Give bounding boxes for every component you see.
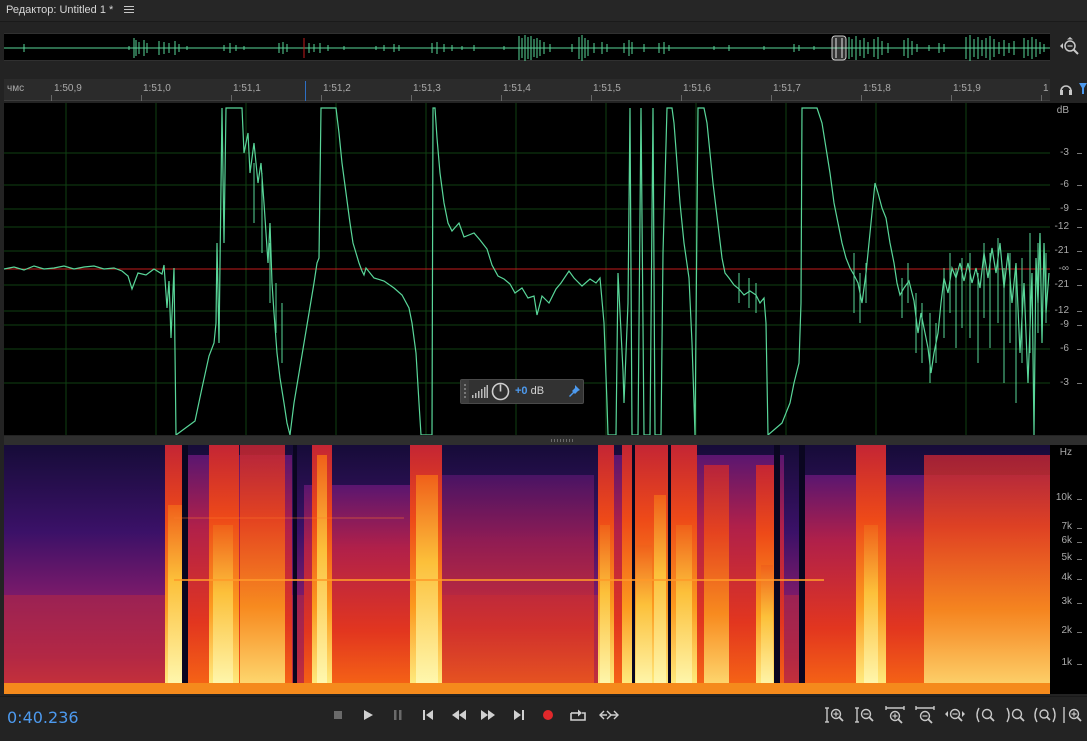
zoom-selection-edges-button[interactable] [1060,705,1086,725]
time-ruler[interactable]: чмс 1:50,9 1:51,0 1:51,1 1:51,2 1:51,3 1… [4,79,1050,101]
zoom-in-at-in-point-button[interactable] [973,705,999,725]
ruler-tick-label: 1:51,7 [773,83,801,94]
amplitude-value-number[interactable]: +0 [515,385,528,397]
amplitude-label: -9 [1060,319,1069,330]
ruler-tick-label: 1:51,5 [593,83,621,94]
ruler-tick-label: 1:51,3 [413,83,441,94]
headphones-icon[interactable] [1059,82,1073,96]
amplitude-scale[interactable]: dB -3 -6 -9 -12 -21 -∞ -21 -12 -9 -6 -3 [1050,103,1087,435]
fast-forward-button[interactable] [476,705,500,725]
splitter-grip[interactable] [551,439,575,442]
ruler-tick-label: 1:51,2 [323,83,351,94]
spectral-frequency-display[interactable] [4,445,1050,694]
ruler-tick-label: 1:51,4 [503,83,531,94]
ruler-tick-label: 1 [1043,83,1049,94]
amplitude-label: dB [1056,105,1069,116]
ruler-tick-label: 1:51,8 [863,83,891,94]
zoom-out-full-button[interactable] [943,705,969,725]
overview-navigator[interactable] [4,33,1050,61]
hud-drag-handle[interactable] [461,380,469,403]
record-button[interactable] [536,705,560,725]
frequency-label: 3k [1061,596,1072,607]
amplitude-label: -12 [1054,305,1069,316]
panel-title: Редактор: Untitled 1 * [6,4,114,16]
zoom-to-selection-button[interactable] [1032,705,1058,725]
ruler-tick-label: 1:50,9 [54,83,82,94]
loop-playback-button[interactable] [566,705,590,725]
pin-icon[interactable] [567,384,581,398]
amplitude-label: -6 [1060,179,1069,190]
frequency-label: 5k [1061,552,1072,563]
amplitude-label: -21 [1054,279,1069,290]
amplitude-label: -3 [1060,377,1069,388]
move-playhead-previous-button[interactable] [416,705,440,725]
zoom-out-time-button[interactable] [913,705,939,725]
amplitude-label: -6 [1060,343,1069,354]
amplitude-knob-icon[interactable] [491,382,510,401]
amplitude-hud: +0 dB [460,379,584,404]
frequency-label: 6k [1061,535,1072,546]
amplitude-label: -∞ [1058,263,1069,274]
frequency-scale[interactable]: Hz 10k 7k 6k 5k 4k 3k 2k 1k [1050,445,1087,694]
zoom-navigator-icon[interactable] [1058,36,1080,58]
amplitude-label: -3 [1060,147,1069,158]
transport-bar: 0:40.236 [0,696,1087,741]
amplitude-label: -9 [1060,203,1069,214]
move-playhead-next-button[interactable] [507,705,531,725]
ruler-tick-label: 1:51,9 [953,83,981,94]
play-button[interactable] [356,705,380,725]
pause-button[interactable] [386,705,410,725]
ruler-units-label: чмс [7,83,25,94]
frequency-label: 10k [1055,492,1072,503]
zoom-in-amplitude-button[interactable] [823,705,849,725]
zoom-in-time-button[interactable] [883,705,909,725]
hamburger-icon[interactable] [124,4,134,16]
amplitude-value[interactable]: +0 dB [515,385,544,397]
frequency-label: 4k [1061,572,1072,583]
frequency-label: 7k [1061,521,1072,532]
stop-button[interactable] [326,705,350,725]
ruler-tick-label: 1:51,0 [143,83,171,94]
frequency-label: 1k [1061,657,1072,668]
zoom-in-at-out-point-button[interactable] [1003,705,1029,725]
filter-icon[interactable] [1079,82,1087,96]
rewind-button[interactable] [447,705,471,725]
skip-selection-button[interactable] [597,705,621,725]
ruler-tick-label: 1:51,1 [233,83,261,94]
level-meter-icon [472,385,488,398]
frequency-label: Hz [1059,447,1072,458]
amplitude-label: -21 [1054,245,1069,256]
panel-title-bar: Редактор: Untitled 1 * [0,0,1087,22]
zoom-out-amplitude-button[interactable] [853,705,879,725]
amplitude-value-unit: dB [530,385,545,397]
amplitude-label: -12 [1054,221,1069,232]
frequency-label: 2k [1061,625,1072,636]
ruler-tick-label: 1:51,6 [683,83,711,94]
view-splitter[interactable] [4,436,1087,445]
current-time-display[interactable]: 0:40.236 [7,708,79,727]
playhead[interactable] [305,81,306,101]
